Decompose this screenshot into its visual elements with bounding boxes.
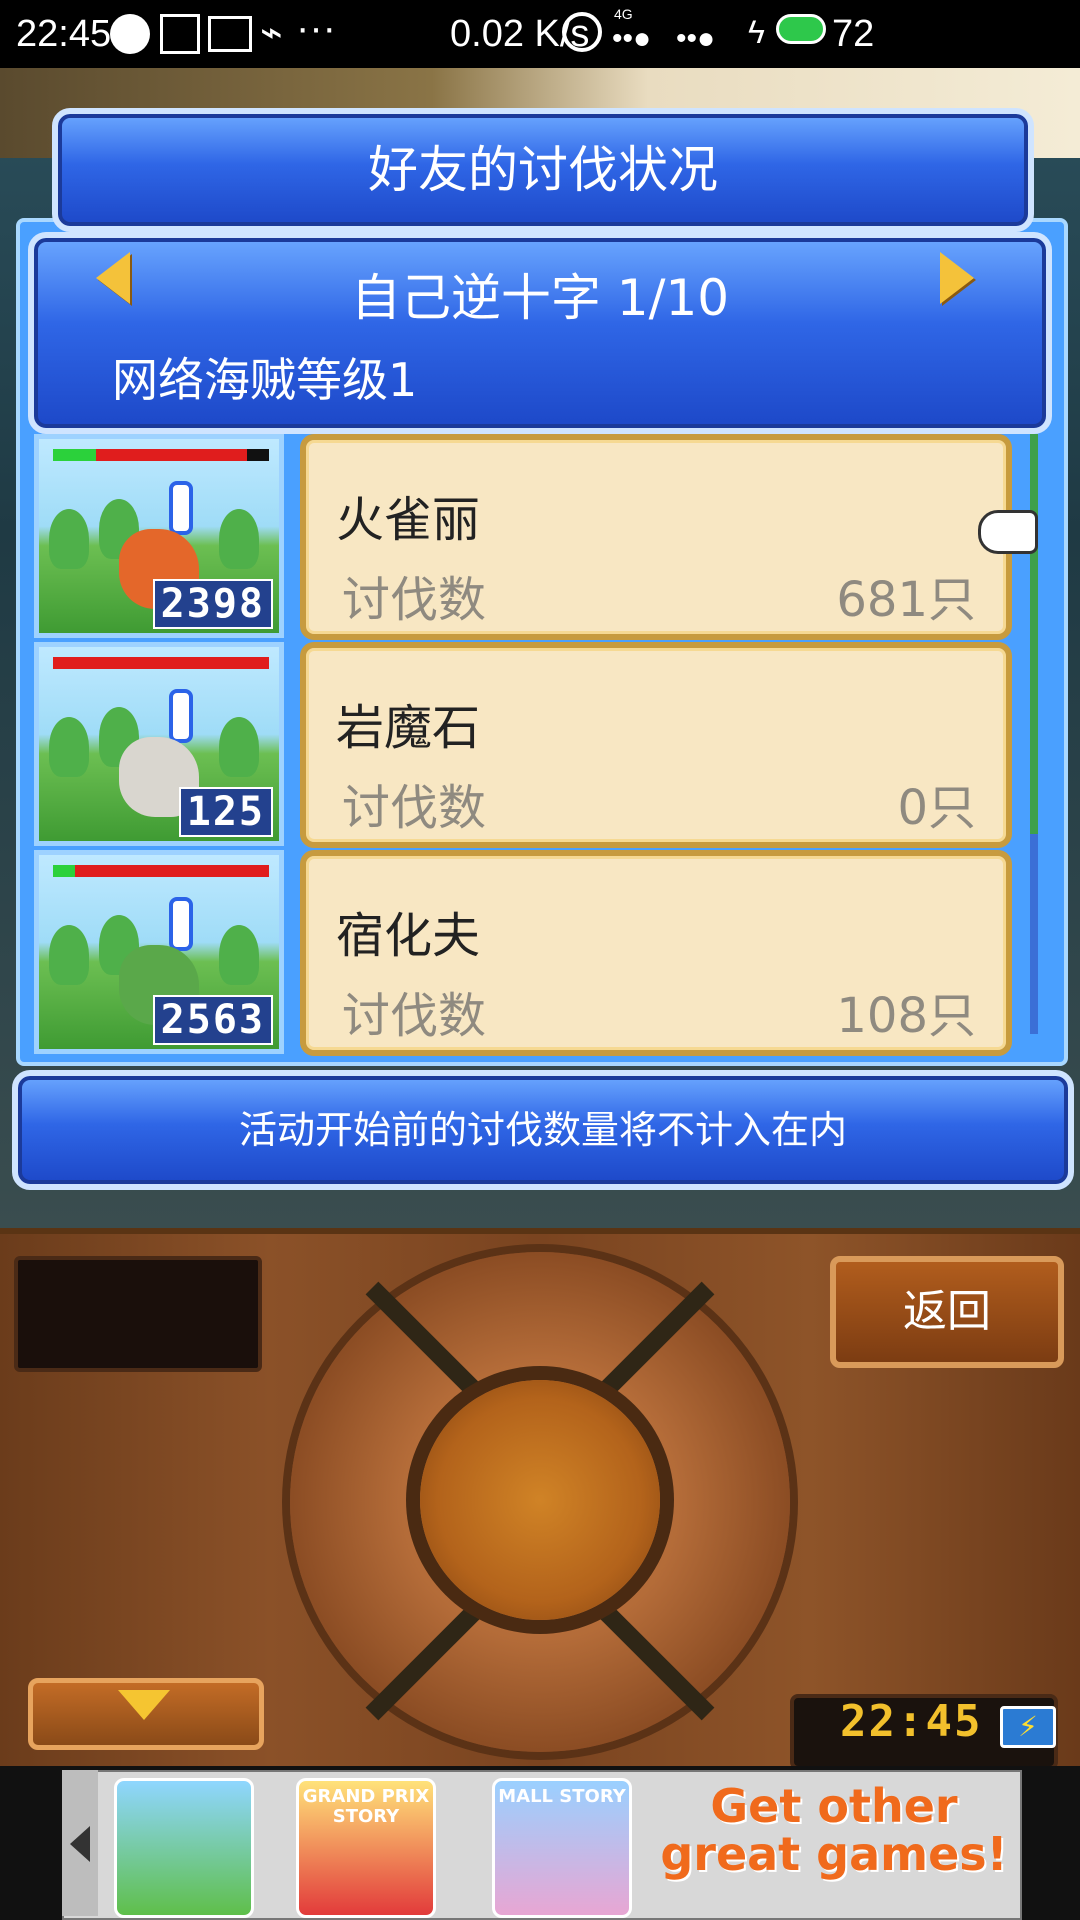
- message-icon: [110, 14, 150, 54]
- hp-bar-red: [53, 657, 269, 669]
- battery-icon: ⚡: [1000, 1706, 1056, 1748]
- pointer-hand-icon: [978, 510, 1038, 554]
- header-title: 自己逆十字 1/10: [350, 269, 730, 327]
- defeat-count-label: 讨伐数: [342, 988, 487, 1044]
- monster-name: 火雀丽: [336, 492, 481, 548]
- monster-thumbnail[interactable]: 125: [34, 642, 284, 846]
- game-clock-time: 22:45: [840, 1696, 983, 1747]
- defeat-count-label: 讨伐数: [342, 572, 487, 628]
- down-arrow-icon: [118, 1690, 170, 1720]
- dpad-center-button[interactable]: [420, 1380, 660, 1620]
- exclamation-icon: [169, 897, 193, 951]
- monster-count: 2563: [152, 995, 273, 1045]
- battery-level: 72: [832, 13, 875, 55]
- defeat-count-value: 0只: [897, 780, 976, 836]
- ad-game-tile-grandprix[interactable]: GRAND PRIX STORY: [296, 1778, 436, 1918]
- dialog-title: 好友的讨伐状况: [368, 141, 718, 199]
- dpad-divider: [365, 1281, 485, 1401]
- more-icon: ···: [296, 6, 336, 50]
- dpad-divider: [595, 1281, 715, 1401]
- hp-bar-red: [96, 449, 248, 461]
- hp-bar: [53, 657, 269, 669]
- defeat-count-value: 681只: [836, 572, 976, 628]
- list-item[interactable]: 岩魔石讨伐数 0只: [300, 642, 1012, 848]
- hp-bar-green: [53, 449, 97, 461]
- image-icon: [208, 16, 252, 52]
- defeat-count-label: 讨伐数: [342, 780, 487, 836]
- alarm-icon: [562, 12, 602, 52]
- chevron-left-icon: [70, 1826, 90, 1862]
- app-icon: [160, 14, 200, 54]
- hp-bar-red: [74, 865, 269, 877]
- hp-bar-green: [53, 865, 75, 877]
- ad-tile-label: MALL STORY: [498, 1786, 626, 1807]
- back-button[interactable]: 返回: [830, 1256, 1064, 1368]
- defeat-count-value: 108只: [836, 988, 976, 1044]
- list-item[interactable]: 宿化夫讨伐数 108只: [300, 850, 1012, 1056]
- status-bar: 22:45 ⌁ ··· 0.02 K/s 4G ••● ••● ϟ 72: [0, 0, 1080, 68]
- ad-cta-text[interactable]: Get other great games!: [656, 1782, 1012, 1906]
- list-item[interactable]: 火雀丽讨伐数 681只: [300, 434, 1012, 640]
- tree-icon: [49, 717, 89, 777]
- notice-text: 活动开始前的讨伐数量将不计入在内: [238, 1108, 847, 1152]
- exclamation-icon: [169, 689, 193, 743]
- dpad-divider: [595, 1601, 715, 1721]
- monster-name: 岩魔石: [336, 700, 481, 756]
- monster-count: 125: [178, 787, 273, 837]
- signal-icon: ••●: [612, 22, 652, 55]
- signal-icon-2: ••●: [676, 22, 716, 55]
- scrollbar-thumb[interactable]: [1030, 434, 1038, 834]
- dpad-divider: [365, 1601, 485, 1721]
- charging-icon: ϟ: [748, 14, 765, 50]
- ad-tile-label: GRAND PRIX STORY: [302, 1786, 430, 1827]
- monster-name: 宿化夫: [336, 908, 481, 964]
- tree-icon: [219, 509, 259, 569]
- network-type: 4G: [614, 6, 633, 22]
- ad-game-tile-mall[interactable]: MALL STORY: [492, 1778, 632, 1918]
- monster-thumbnail[interactable]: 2398: [34, 434, 284, 638]
- info-display: [14, 1256, 262, 1372]
- hp-bar: [53, 865, 269, 877]
- tree-icon: [49, 509, 89, 569]
- battery-icon: [776, 14, 826, 44]
- status-time: 22:45: [16, 13, 112, 55]
- tree-icon: [49, 925, 89, 985]
- header-subtitle: 网络海贼等级1: [112, 353, 418, 407]
- tree-icon: [219, 717, 259, 777]
- tree-icon: [219, 925, 259, 985]
- ad-game-tile-castle[interactable]: [114, 1778, 254, 1918]
- exclamation-icon: [169, 481, 193, 535]
- usb-icon: ⌁: [260, 12, 283, 54]
- hp-bar: [53, 449, 269, 461]
- monster-count: 2398: [152, 579, 273, 629]
- monster-thumbnail[interactable]: 2563: [34, 850, 284, 1054]
